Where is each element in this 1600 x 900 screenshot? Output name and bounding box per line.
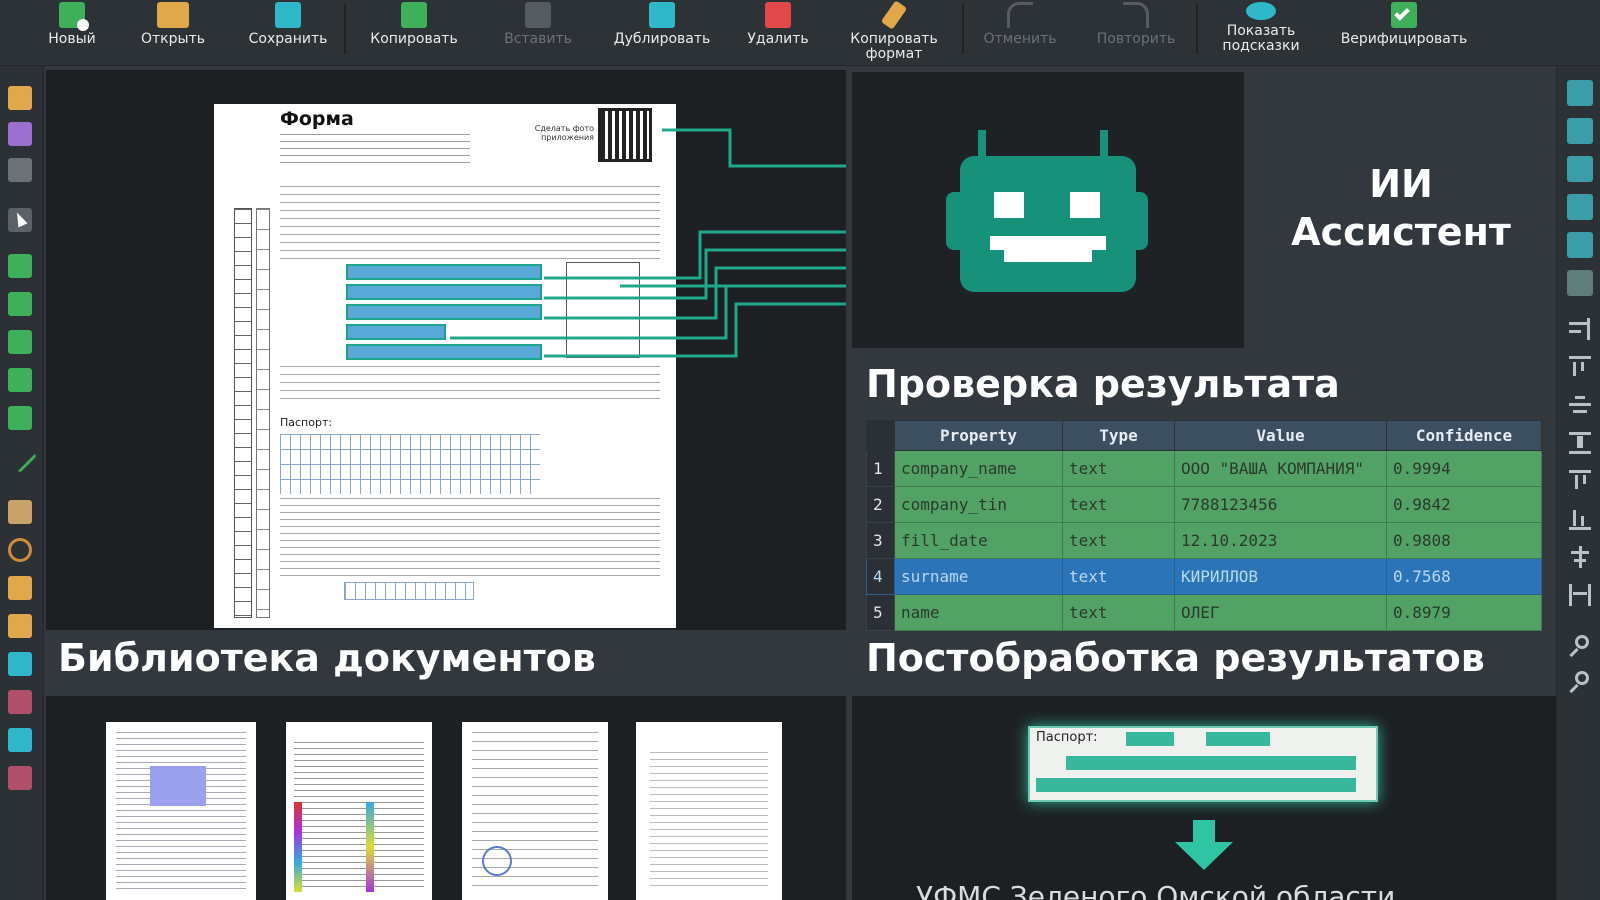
- thumbnail-highlight: [294, 802, 302, 892]
- cell-property[interactable]: fill_date: [894, 522, 1063, 559]
- cell-confidence[interactable]: 0.9842: [1386, 486, 1542, 523]
- cell-type[interactable]: text: [1062, 522, 1175, 559]
- cell-value[interactable]: ОЛЕГ: [1174, 594, 1387, 631]
- cell-type[interactable]: text: [1062, 450, 1175, 487]
- passport-preview-label: Паспорт:: [1036, 730, 1098, 745]
- stamp-circle: [482, 846, 512, 876]
- column-header-confidence[interactable]: Confidence: [1386, 420, 1542, 451]
- cell-confidence[interactable]: 0.9808: [1386, 522, 1542, 559]
- app-window: Новый Открыть Сохранить Копировать Встав…: [0, 0, 1600, 900]
- postprocessed-result-text: УФМС Зеленого Омской области: [916, 880, 1396, 900]
- thumbnail-content: [116, 732, 246, 892]
- cell-value[interactable]: КИРИЛЛОВ: [1174, 558, 1387, 595]
- library-thumbnail[interactable]: [636, 722, 782, 900]
- passport-number-cells: [1206, 732, 1270, 746]
- table-row[interactable]: 1 company_name text ООО "ВАША КОМПАНИЯ" …: [866, 450, 1542, 487]
- passport-issuer-cells: [1066, 756, 1356, 770]
- cell-property[interactable]: surname: [894, 558, 1063, 595]
- library-thumbnail[interactable]: [286, 722, 432, 900]
- column-header-value[interactable]: Value: [1174, 420, 1387, 451]
- row-number-header: [866, 420, 895, 451]
- thumbnail-highlight: [366, 802, 374, 892]
- cell-type[interactable]: text: [1062, 594, 1175, 631]
- row-number: 1: [866, 450, 895, 487]
- library-thumbnail[interactable]: [462, 722, 608, 900]
- thumbnail-content: [294, 742, 424, 892]
- thumbnail-content: [650, 752, 768, 892]
- library-title: Библиотека документов: [58, 636, 596, 680]
- down-arrow-icon: [1175, 820, 1233, 870]
- cell-confidence[interactable]: 0.8979: [1386, 594, 1542, 631]
- verification-title: Проверка результата: [866, 362, 1340, 406]
- column-header-property[interactable]: Property: [894, 420, 1063, 451]
- cell-property[interactable]: company_tin: [894, 486, 1063, 523]
- thumbnail-highlight: [150, 766, 206, 806]
- passport-series-cells: [1126, 732, 1174, 746]
- row-number: 4: [866, 558, 895, 595]
- cell-confidence[interactable]: 0.9994: [1386, 450, 1542, 487]
- ai-assistant-panel: [852, 72, 1244, 348]
- cell-property[interactable]: name: [894, 594, 1063, 631]
- cell-confidence[interactable]: 0.7568: [1386, 558, 1542, 595]
- table-row[interactable]: 2 company_tin text 7788123456 0.9842: [866, 486, 1542, 523]
- cell-type[interactable]: text: [1062, 558, 1175, 595]
- ai-title-line-1: ИИ: [1369, 162, 1433, 206]
- table-row[interactable]: 5 name text ОЛЕГ 0.8979: [866, 594, 1542, 631]
- cell-type[interactable]: text: [1062, 486, 1175, 523]
- table-row-selected[interactable]: 4 surname text КИРИЛЛОВ 0.7568: [866, 558, 1542, 595]
- ai-assistant-title: ИИ Ассистент: [1256, 160, 1546, 256]
- row-number: 2: [866, 486, 895, 523]
- column-header-type[interactable]: Type: [1062, 420, 1175, 451]
- ai-title-line-2: Ассистент: [1291, 210, 1511, 254]
- cell-property[interactable]: company_name: [894, 450, 1063, 487]
- postprocessing-title: Постобработка результатов: [866, 636, 1485, 680]
- results-table: Property Type Value Confidence 1 company…: [866, 420, 1542, 631]
- cell-value[interactable]: ООО "ВАША КОМПАНИЯ": [1174, 450, 1387, 487]
- passport-issuer-cells: [1036, 778, 1356, 792]
- cell-value[interactable]: 7788123456: [1174, 486, 1387, 523]
- table-header-row: Property Type Value Confidence: [866, 420, 1542, 451]
- robot-icon: [946, 130, 1148, 292]
- row-number: 3: [866, 522, 895, 559]
- library-thumbnail[interactable]: [106, 722, 256, 900]
- passport-field-preview: Паспорт:: [1028, 726, 1378, 802]
- cell-value[interactable]: 12.10.2023: [1174, 522, 1387, 559]
- row-number: 5: [866, 594, 895, 631]
- table-row[interactable]: 3 fill_date text 12.10.2023 0.9808: [866, 522, 1542, 559]
